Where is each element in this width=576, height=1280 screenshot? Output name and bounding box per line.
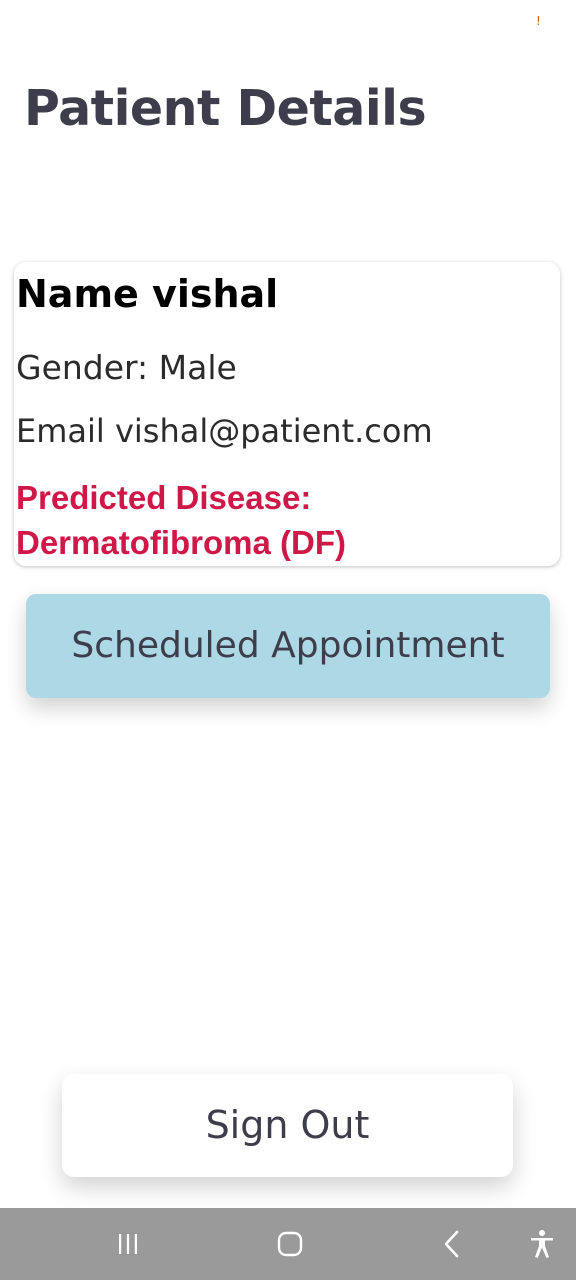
predicted-disease-label: Predicted Disease: <box>16 479 312 516</box>
patient-email: Email vishal@patient.com <box>16 412 433 450</box>
home-button[interactable] <box>260 1208 320 1280</box>
back-button[interactable] <box>422 1208 482 1280</box>
sign-out-button[interactable]: Sign Out <box>62 1074 513 1177</box>
recent-apps-icon <box>119 1234 137 1254</box>
patient-name: Name vishal <box>16 272 279 316</box>
system-navigation-bar <box>0 1208 576 1280</box>
accessibility-icon <box>531 1230 553 1258</box>
back-icon <box>444 1230 459 1258</box>
accessibility-button[interactable] <box>512 1208 572 1280</box>
patient-gender: Gender: Male <box>16 348 237 387</box>
scheduled-appointment-button[interactable]: Scheduled Appointment <box>26 594 550 698</box>
predicted-disease: Predicted Disease: Dermatofibroma (DF) <box>16 475 516 565</box>
home-icon <box>277 1231 303 1257</box>
predicted-disease-value: Dermatofibroma (DF) <box>16 524 347 561</box>
patient-info-card: Name vishal Gender: Male Email vishal@pa… <box>14 262 560 566</box>
page-title: Patient Details <box>24 80 427 137</box>
patient-details-screen: ! Patient Details Name vishal Gender: Ma… <box>0 0 576 1280</box>
status-alert-indicator: ! <box>536 14 541 28</box>
recent-apps-button[interactable] <box>98 1208 158 1280</box>
